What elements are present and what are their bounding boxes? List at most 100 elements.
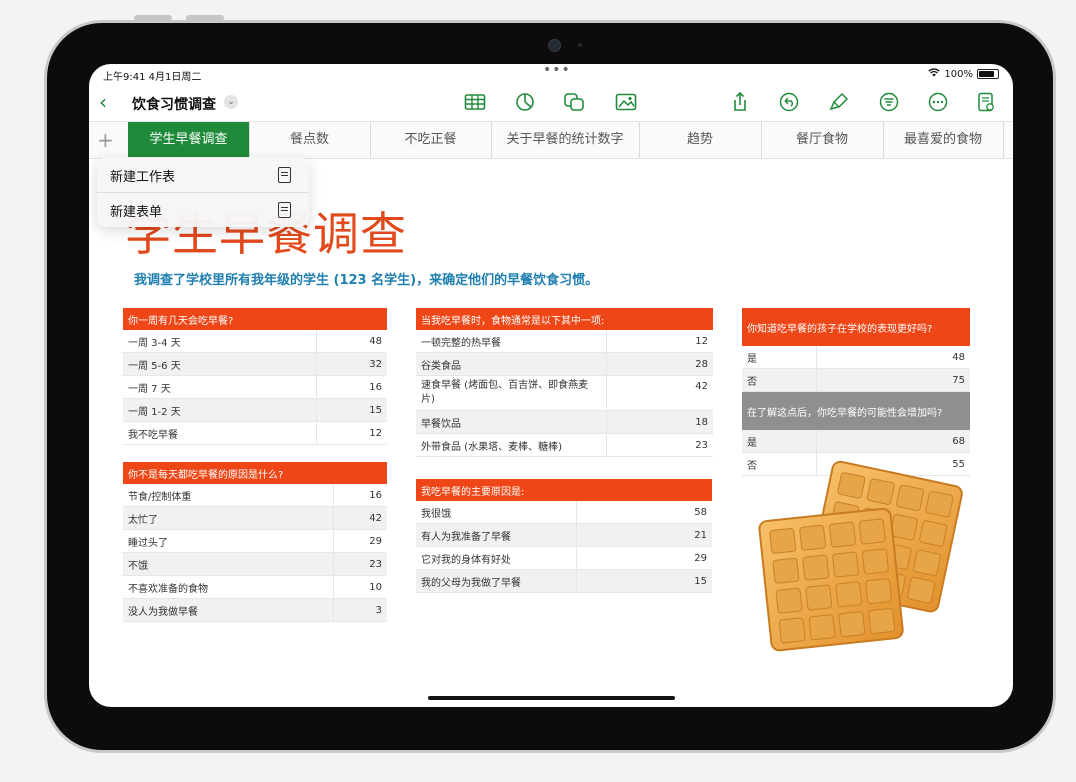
table-row[interactable]: 睡过头了 29 xyxy=(123,529,387,553)
table-row[interactable]: 太忙了 42 xyxy=(123,506,387,530)
row-label: 它对我的身体有好处 xyxy=(416,546,577,570)
document-title[interactable]: 饮食习惯调查 xyxy=(132,94,216,114)
add-sheet-menu: 新建工作表 新建表单 xyxy=(97,157,309,227)
volume-button xyxy=(186,15,224,21)
row-value: 15 xyxy=(315,398,387,422)
tab-meals-count[interactable]: 餐点数 xyxy=(249,122,371,158)
table-icon[interactable] xyxy=(464,92,486,112)
table-row[interactable]: 不喜欢准备的食物 10 xyxy=(123,575,387,599)
row-value: 23 xyxy=(332,552,387,576)
row-label: 不喜欢准备的食物 xyxy=(123,575,334,599)
status-bar: 上午9:41 4月1日周二 ••• 100% xyxy=(89,64,1013,86)
row-label: 一顿完整的热早餐 xyxy=(416,330,607,353)
table-row[interactable]: 是 48 xyxy=(742,346,970,369)
row-value: 12 xyxy=(315,421,387,445)
table-row[interactable]: 是 68 xyxy=(742,430,970,453)
chart-icon[interactable] xyxy=(514,92,536,112)
row-label: 一周 1-2 天 xyxy=(123,398,317,422)
table-row[interactable]: 外带食品 (水果塔、麦棒、糖棒) 23 xyxy=(416,433,713,457)
table-header: 在了解这点后，你吃早餐的可能性会增加吗? xyxy=(742,391,970,430)
row-label: 外带食品 (水果塔、麦棒、糖棒) xyxy=(416,433,607,457)
row-value: 42 xyxy=(332,506,387,530)
tab-breakfast-stats[interactable]: 关于早餐的统计数字 xyxy=(491,122,640,158)
organize-icon[interactable] xyxy=(878,92,900,112)
table-row[interactable]: 一周 1-2 天 15 xyxy=(123,398,387,422)
row-value: 42 xyxy=(606,375,713,411)
format-brush-icon[interactable] xyxy=(828,92,850,112)
title-chevron-down-icon[interactable]: ⌄ xyxy=(224,95,238,109)
table-row[interactable]: 节食/控制体重 16 xyxy=(123,484,387,507)
media-icon[interactable] xyxy=(615,92,637,112)
row-value: 16 xyxy=(332,484,387,507)
row-value: 12 xyxy=(606,330,713,353)
tab-student-breakfast[interactable]: 学生早餐调查 xyxy=(128,122,250,158)
performance-table: 你知道吃早餐的孩子在学校的表现更好吗? 是 48 否 75 在了解这点后，你吃早餐的… xyxy=(742,308,970,476)
menu-new-sheet-label: 新建工作表 xyxy=(110,170,176,185)
add-sheet-plus-icon[interactable]: + xyxy=(97,128,114,152)
table-row[interactable]: 一周 7 天 16 xyxy=(123,375,387,399)
table-row[interactable]: 有人为我准备了早餐 21 xyxy=(416,523,712,547)
table-row[interactable]: 早餐饮品 18 xyxy=(416,410,713,434)
more-icon[interactable] xyxy=(927,92,949,112)
table-row[interactable]: 否 75 xyxy=(742,368,970,392)
row-label: 我不吃早餐 xyxy=(123,421,317,445)
row-value: 48 xyxy=(315,330,387,353)
status-time: 上午9:41 4月1日周二 xyxy=(103,72,202,83)
document-settings-icon[interactable] xyxy=(975,92,997,112)
table-row[interactable]: 一周 5-6 天 32 xyxy=(123,352,387,376)
row-label: 早餐饮品 xyxy=(416,410,607,434)
status-right: 100% xyxy=(928,68,999,80)
row-value: 16 xyxy=(315,375,387,399)
row-label: 一周 7 天 xyxy=(123,375,317,399)
row-value: 10 xyxy=(332,575,387,599)
row-value: 29 xyxy=(576,546,712,570)
back-chevron-icon[interactable]: ‹ xyxy=(99,90,107,114)
menu-new-sheet[interactable]: 新建工作表 xyxy=(97,157,309,192)
row-value: 29 xyxy=(332,529,387,553)
row-label: 一周 3-4 天 xyxy=(123,330,317,353)
row-label: 速食早餐 (烤面包、百吉饼、即食燕麦片) xyxy=(416,375,607,411)
row-value: 15 xyxy=(576,569,712,593)
volume-button xyxy=(134,15,172,21)
tab-skip-meals[interactable]: 不吃正餐 xyxy=(370,122,492,158)
shape-icon[interactable] xyxy=(563,92,585,112)
toolbar: ‹ 饮食习惯调查 ⌄ xyxy=(89,86,1013,120)
page-subtitle: 我调查了学校里所有我年级的学生 (123 名学生)，来确定他们的早餐饮食习惯。 xyxy=(134,273,599,288)
food-type-table: 当我吃早餐时，食物通常是以下其中一项: 一顿完整的热早餐 12 谷类食品 28 速食… xyxy=(416,308,713,457)
table-row[interactable]: 它对我的身体有好处 29 xyxy=(416,546,712,570)
row-value: 58 xyxy=(576,501,712,524)
tab-trends[interactable]: 趋势 xyxy=(639,122,762,158)
table-row[interactable]: 谷类食品 28 xyxy=(416,352,713,376)
table-header: 当我吃早餐时，食物通常是以下其中一项: xyxy=(416,308,713,330)
sheet-icon xyxy=(278,167,291,183)
table-row[interactable]: 我的父母为我做了早餐 15 xyxy=(416,569,712,593)
multitasking-dots[interactable]: ••• xyxy=(543,64,571,78)
table-row[interactable]: 我不吃早餐 12 xyxy=(123,421,387,445)
table-row[interactable]: 我很饿 58 xyxy=(416,501,712,524)
undo-icon[interactable] xyxy=(778,92,800,112)
share-icon[interactable] xyxy=(729,91,751,112)
row-label: 是 xyxy=(742,346,817,369)
row-label: 我的父母为我做了早餐 xyxy=(416,569,577,593)
table-row[interactable]: 速食早餐 (烤面包、百吉饼、即食燕麦片) 42 xyxy=(416,375,713,411)
row-label: 睡过头了 xyxy=(123,529,334,553)
row-label: 有人为我准备了早餐 xyxy=(416,523,577,547)
tab-favorite-food[interactable]: 最喜爱的食物 xyxy=(883,122,1004,158)
battery-icon xyxy=(977,69,999,79)
menu-new-form[interactable]: 新建表单 xyxy=(97,192,309,227)
row-label: 一周 5-6 天 xyxy=(123,352,317,376)
table-row[interactable]: 一顿完整的热早餐 12 xyxy=(416,330,713,353)
table-row[interactable]: 不饿 23 xyxy=(123,552,387,576)
row-value: 21 xyxy=(576,523,712,547)
waffle-image xyxy=(758,460,963,652)
row-value: 48 xyxy=(816,346,970,369)
row-label: 否 xyxy=(742,368,817,392)
camera-sensor xyxy=(578,43,582,47)
table-row[interactable]: 没人为我做早餐 3 xyxy=(123,598,387,622)
table-row[interactable]: 一周 3-4 天 48 xyxy=(123,330,387,353)
form-icon xyxy=(278,202,291,218)
row-value: 18 xyxy=(606,410,713,434)
tab-cafeteria-food[interactable]: 餐厅食物 xyxy=(761,122,884,158)
table-header: 我吃早餐的主要原因是: xyxy=(416,479,712,501)
home-indicator[interactable] xyxy=(428,696,675,700)
